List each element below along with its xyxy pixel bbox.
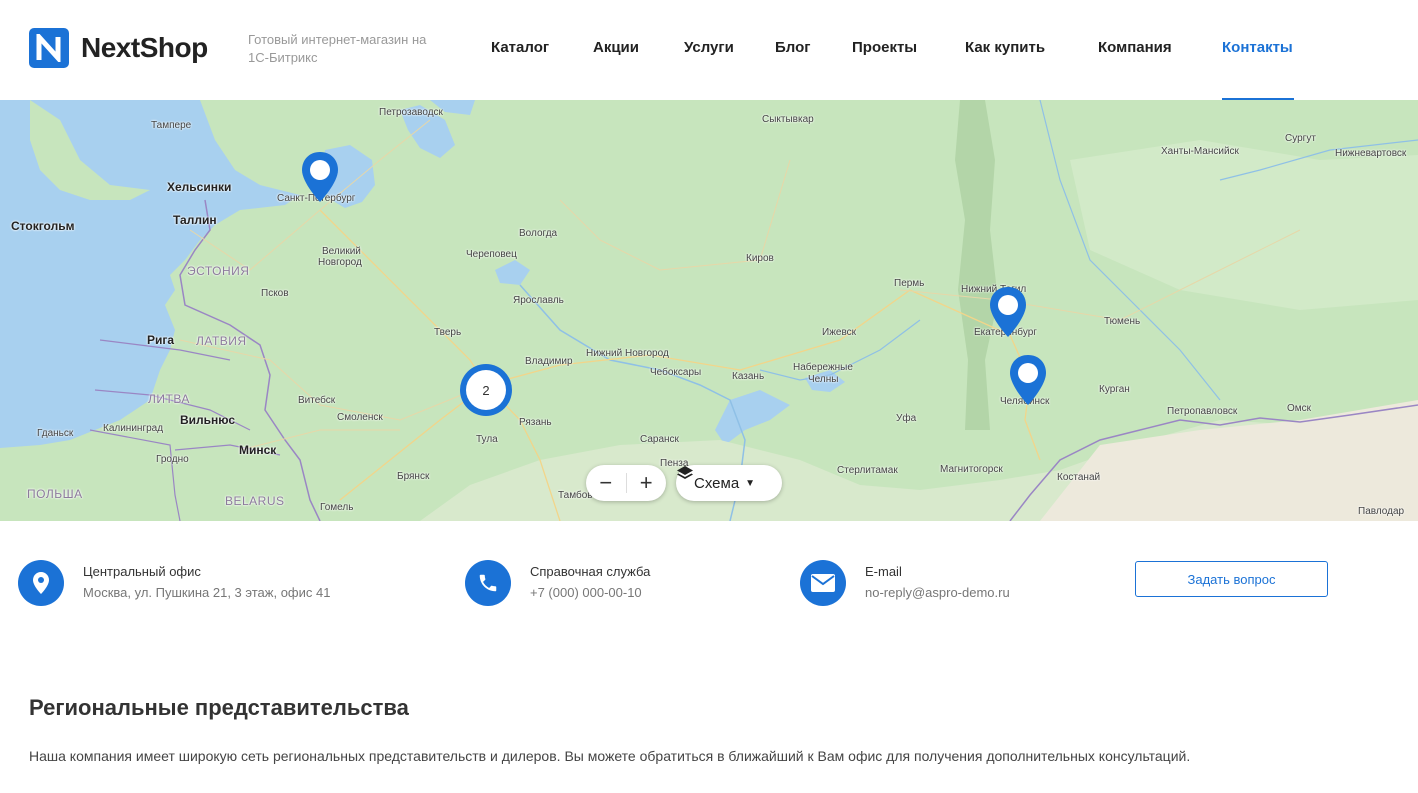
map-label-perm: Пермь	[894, 278, 925, 289]
map-layers-button[interactable]: Схема ▼	[676, 465, 782, 501]
map-label-helsinki: Хельсинки	[167, 180, 232, 194]
map-label-izhevsk: Ижевск	[822, 327, 857, 338]
map-label-saransk: Саранск	[640, 434, 679, 445]
map-label-bryansk: Брянск	[397, 471, 430, 482]
map-label-riga: Рига	[147, 333, 175, 347]
contact-phone-number[interactable]: +7 (000) 000-00-10	[530, 585, 650, 601]
map-label-veliky1: Великий	[322, 246, 361, 257]
map-pin-spb[interactable]	[300, 150, 340, 204]
map-label-tampere: Тампере	[151, 120, 192, 131]
phone-icon	[465, 560, 511, 606]
map-label-gdansk: Гданьск	[37, 428, 74, 439]
nav-item-company[interactable]: Компания	[1098, 39, 1172, 56]
map-label-omsk: Омск	[1287, 403, 1312, 414]
map-label-cherepovets: Череповец	[466, 249, 517, 260]
map-label-chelny2: Челны	[808, 374, 839, 385]
logo[interactable]: NextShop	[29, 28, 208, 68]
map-label-petrozavodsk: Петрозаводск	[379, 107, 443, 118]
nav-item-promotions[interactable]: Акции	[593, 39, 639, 56]
contact-office-address: Москва, ул. Пушкина 21, 3 этаж, офис 41	[83, 585, 331, 600]
map-label-tver: Тверь	[434, 327, 462, 338]
map-label-stockholm: Стокгольм	[11, 219, 75, 233]
map-label-kostanay: Костанай	[1057, 472, 1101, 483]
map-label-kirov: Киров	[746, 253, 774, 264]
contact-phone: Справочная служба +7 (000) 000-00-10	[465, 560, 650, 606]
map-label-kazan: Казань	[732, 371, 765, 382]
map-label-kaliningrad: Калининград	[103, 423, 164, 434]
map-label-petropavlovsk: Петропавловск	[1167, 406, 1238, 417]
contact-office-title: Центральный офис	[83, 564, 201, 579]
contact-email: E-mail no-reply@aspro-demo.ru	[800, 560, 1010, 606]
logo-n-icon	[29, 28, 69, 68]
map-pin-ekb[interactable]	[988, 285, 1028, 339]
map-label-kurgan: Курган	[1099, 384, 1130, 395]
nav-item-projects[interactable]: Проекты	[852, 39, 917, 56]
map-label-latvia: ЛАТВИЯ	[196, 334, 247, 348]
map-background	[0, 100, 1418, 521]
map-label-minsk: Минск	[239, 443, 277, 457]
map-label-tula: Тула	[476, 434, 498, 445]
map-label-nnovgorod: Нижний Новгород	[586, 348, 669, 359]
envelope-icon	[800, 560, 846, 606]
zoom-in-button[interactable]: +	[626, 465, 666, 501]
map-label-pavlodar: Павлодар	[1358, 506, 1405, 517]
map-label-vitebsk: Витебск	[298, 395, 336, 406]
map-label-vologda: Вологда	[519, 228, 558, 239]
map-label-cheboksary: Чебоксары	[650, 367, 702, 378]
map-label-vladimir: Владимир	[525, 356, 573, 367]
map-label-veliky2: Новгород	[318, 257, 362, 268]
map-label-surgut: Сургут	[1285, 133, 1316, 144]
map-label-estonia: ЭСТОНИЯ	[187, 264, 250, 278]
map-label-magnitogorsk: Магнитогорск	[940, 464, 1003, 475]
location-pin-icon	[18, 560, 64, 606]
nav-item-how-to-buy[interactable]: Как купить	[965, 39, 1045, 56]
map-label-yaroslavl: Ярославль	[513, 295, 564, 306]
map-label-sterlitamak: Стерлитамак	[837, 465, 898, 476]
site-header: NextShop Готовый интернет-магазин на 1С-…	[0, 0, 1418, 100]
map-label-grodno: Гродно	[156, 454, 189, 465]
map-pin-chelyabinsk[interactable]	[1008, 353, 1048, 407]
section-description: Наша компания имеет широкую сеть региона…	[29, 748, 1191, 764]
nav-item-services[interactable]: Услуги	[684, 39, 734, 56]
map-label-lithuania: ЛИТВА	[148, 392, 190, 406]
map-label-khanty: Ханты-Мансийск	[1161, 146, 1239, 157]
layers-label: Схема	[694, 474, 740, 492]
zoom-out-button[interactable]: −	[586, 465, 626, 501]
map-label-tyumen: Тюмень	[1104, 316, 1141, 327]
map-label-nizhnevartovsk: Нижневартовск	[1335, 148, 1407, 159]
ask-question-button[interactable]: Задать вопрос	[1135, 561, 1328, 597]
tagline: Готовый интернет-магазин на 1С-Битрикс	[248, 32, 427, 65]
nav-item-blog[interactable]: Блог	[775, 39, 811, 56]
map-cluster-moscow[interactable]: 2	[460, 364, 512, 416]
map-label-tallinn: Таллин	[173, 213, 217, 227]
section-title: Региональные представительства	[29, 695, 409, 720]
map-label-poland: ПОЛЬША	[27, 487, 83, 501]
contact-email-title: E-mail	[865, 564, 902, 579]
map-zoom-control: − +	[586, 465, 666, 501]
contact-email-address[interactable]: no-reply@aspro-demo.ru	[865, 585, 1010, 601]
map-label-chelny1: Набережные	[793, 362, 853, 373]
map-label-ryazan: Рязань	[519, 417, 552, 428]
contact-phone-title: Справочная служба	[530, 564, 651, 579]
contact-office: Центральный офис Москва, ул. Пушкина 21,…	[18, 560, 330, 606]
map-label-syktyvkar: Сыктывкар	[762, 114, 814, 125]
map-label-ufa: Уфа	[896, 413, 917, 424]
layers-icon	[677, 466, 693, 479]
map-label-gomel: Гомель	[320, 502, 354, 513]
map[interactable]: Тампере Петрозаводск Сыктывкар Сургут Ха…	[0, 100, 1418, 521]
map-cluster-count: 2	[466, 370, 506, 410]
map-label-vilnius: Вильнюс	[180, 413, 236, 427]
nav-item-contacts[interactable]: Контакты	[1222, 39, 1293, 56]
nav-item-catalog[interactable]: Каталог	[491, 39, 549, 56]
map-label-pskov: Псков	[261, 288, 289, 299]
map-label-belarus: BELARUS	[225, 494, 285, 508]
logo-text: NextShop	[81, 32, 208, 63]
chevron-down-icon: ▼	[745, 477, 756, 489]
map-label-smolensk: Смоленск	[337, 412, 383, 423]
